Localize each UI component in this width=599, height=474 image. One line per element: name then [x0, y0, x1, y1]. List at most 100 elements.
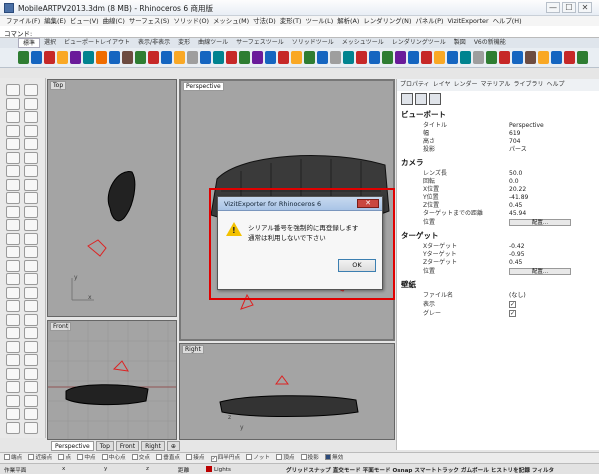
toolbar-tool-icon[interactable] [486, 51, 497, 64]
status-modes[interactable]: グリッドスナップ 直交モード 平面モード Osnap スマートトラック ガムボー… [286, 466, 554, 474]
toolbar-tool-icon[interactable] [369, 51, 380, 64]
panel-tab-render[interactable]: レンダー [453, 79, 477, 91]
viewport-properties-icon[interactable] [401, 93, 413, 105]
left-palette-tool-icon[interactable] [6, 178, 20, 191]
toolbar-tool-icon[interactable] [577, 51, 588, 64]
left-palette-tool-icon[interactable] [24, 84, 38, 96]
left-palette-tool-icon[interactable] [6, 192, 20, 204]
left-palette-tool-icon[interactable] [24, 340, 38, 353]
menu-dimension[interactable]: 寸法(D) [252, 16, 277, 26]
toolbar-tool-icon[interactable] [278, 51, 289, 64]
toolbar-tab-viewport-layout[interactable]: ビューポートレイアウト [60, 38, 134, 48]
command-line[interactable]: コマンド: [0, 26, 599, 38]
toolbar-tool-icon[interactable] [44, 51, 55, 64]
osnap-near[interactable]: 近接点 [28, 453, 52, 463]
left-palette-tool-icon[interactable] [6, 327, 20, 339]
status-layer[interactable]: Lights [206, 466, 231, 473]
toolbar-tool-icon[interactable] [265, 51, 276, 64]
left-palette-tool-icon[interactable] [6, 394, 20, 407]
left-palette-tool-icon[interactable] [24, 219, 38, 231]
object-properties-icon[interactable] [415, 93, 427, 105]
toolbar-tool-icon[interactable] [18, 51, 29, 64]
osnap-perpendicular[interactable]: 垂直点 [156, 453, 180, 463]
left-palette-tool-icon[interactable] [24, 273, 38, 285]
left-palette-tool-icon[interactable] [6, 97, 20, 110]
left-palette-tool-icon[interactable] [24, 286, 38, 299]
osnap-quadrant[interactable]: ✓ 四半円点 [210, 453, 240, 463]
osnap-intersection[interactable]: 交点 [131, 453, 150, 463]
toolbar-tool-icon[interactable] [57, 51, 68, 64]
toolbar-tab-select[interactable]: 選択 [40, 38, 60, 48]
left-palette-tool-icon[interactable] [24, 367, 38, 380]
left-palette-tool-icon[interactable] [6, 340, 20, 353]
toolbar-tool-icon[interactable] [382, 51, 393, 64]
left-palette-tool-icon[interactable] [6, 273, 20, 285]
toolbar-tab-transform[interactable]: 変形 [174, 38, 194, 48]
left-palette-tool-icon[interactable] [24, 381, 38, 393]
toolbar-tool-icon[interactable] [31, 51, 42, 64]
left-palette-tool-icon[interactable] [24, 165, 38, 177]
left-palette-tool-icon[interactable] [24, 259, 38, 272]
osnap-disable[interactable]: 無効 [325, 453, 343, 463]
toolbar-tool-icon[interactable] [447, 51, 458, 64]
toolbar-tab-solid-tools[interactable]: ソリッドツール [288, 38, 338, 48]
panel-tab-properties[interactable]: プロパティ [400, 79, 430, 91]
toolbar-tool-icon[interactable] [512, 51, 523, 64]
toolbar-tool-icon[interactable] [83, 51, 94, 64]
toolbar-tool-icon[interactable] [499, 51, 510, 64]
left-palette-tool-icon[interactable] [24, 394, 38, 407]
toolbar-tool-icon[interactable] [187, 51, 198, 64]
toolbar-tool-icon[interactable] [434, 51, 445, 64]
menu-view[interactable]: ビュー(V) [69, 16, 100, 26]
toolbar-tool-icon[interactable] [239, 51, 250, 64]
toolbar-tool-icon[interactable] [538, 51, 549, 64]
left-palette-tool-icon[interactable] [6, 165, 20, 177]
left-palette-tool-icon[interactable] [6, 246, 20, 258]
panel-tab-help[interactable]: ヘルプ [546, 79, 564, 91]
menu-curve[interactable]: 曲線(C) [102, 16, 126, 26]
toolbar-tool-icon[interactable] [356, 51, 367, 64]
viewport-right[interactable]: Right y z [179, 343, 395, 440]
menu-vizitexporter[interactable]: VizitExporter [446, 16, 489, 26]
left-palette-tool-icon[interactable] [6, 354, 20, 366]
toolbar-tool-icon[interactable] [473, 51, 484, 64]
toolbar-tool-icon[interactable] [200, 51, 211, 64]
wallpaper-gray-checkbox[interactable]: ✓ [509, 310, 516, 317]
toolbar-tool-icon[interactable] [395, 51, 406, 64]
left-palette-tool-icon[interactable] [6, 124, 20, 137]
toolbar-tool-icon[interactable] [161, 51, 172, 64]
panel-tab-libraries[interactable]: ライブラリ [513, 79, 543, 91]
toolbar-tool-icon[interactable] [408, 51, 419, 64]
left-palette-tool-icon[interactable] [24, 178, 38, 191]
left-palette-tool-icon[interactable] [6, 219, 20, 231]
menu-surface[interactable]: サーフェス(S) [128, 16, 171, 26]
left-palette-tool-icon[interactable] [6, 84, 20, 96]
toolbar-tool-icon[interactable] [330, 51, 341, 64]
viewport-tab-front[interactable]: Front [115, 441, 140, 451]
maximize-button[interactable]: ☐ [562, 2, 576, 13]
menu-solid[interactable]: ソリッド(O) [172, 16, 210, 26]
left-palette-tool-icon[interactable] [24, 205, 38, 218]
menu-panels[interactable]: パネル(P) [414, 16, 444, 26]
osnap-end[interactable]: 端点 [4, 453, 22, 463]
menu-analyze[interactable]: 解析(A) [336, 16, 360, 26]
toolbar-tool-icon[interactable] [525, 51, 536, 64]
target-place-button[interactable]: 配置... [509, 268, 571, 275]
toolbar-tool-icon[interactable] [421, 51, 432, 64]
viewport-top[interactable]: Top x y [47, 79, 177, 317]
menu-help[interactable]: ヘルプ(H) [492, 16, 523, 26]
left-palette-tool-icon[interactable] [6, 421, 20, 434]
toolbar-tool-icon[interactable] [460, 51, 471, 64]
left-palette-tool-icon[interactable] [24, 327, 38, 339]
toolbar-tool-icon[interactable] [70, 51, 81, 64]
viewport-tab-perspective[interactable]: Perspective [51, 441, 94, 451]
left-palette-tool-icon[interactable] [24, 138, 38, 150]
toolbar-tab-new-in-v6[interactable]: V6の新機能 [470, 38, 510, 48]
toolbar-tool-icon[interactable] [226, 51, 237, 64]
osnap-center[interactable]: 中心点 [101, 453, 126, 463]
toolbar-tool-icon[interactable] [317, 51, 328, 64]
toolbar-tool-icon[interactable] [96, 51, 107, 64]
camera-place-button[interactable]: 配置... [509, 219, 571, 226]
toolbar-tab-curve-tools[interactable]: 曲線ツール [194, 38, 232, 48]
toolbar-tool-icon[interactable] [135, 51, 146, 64]
